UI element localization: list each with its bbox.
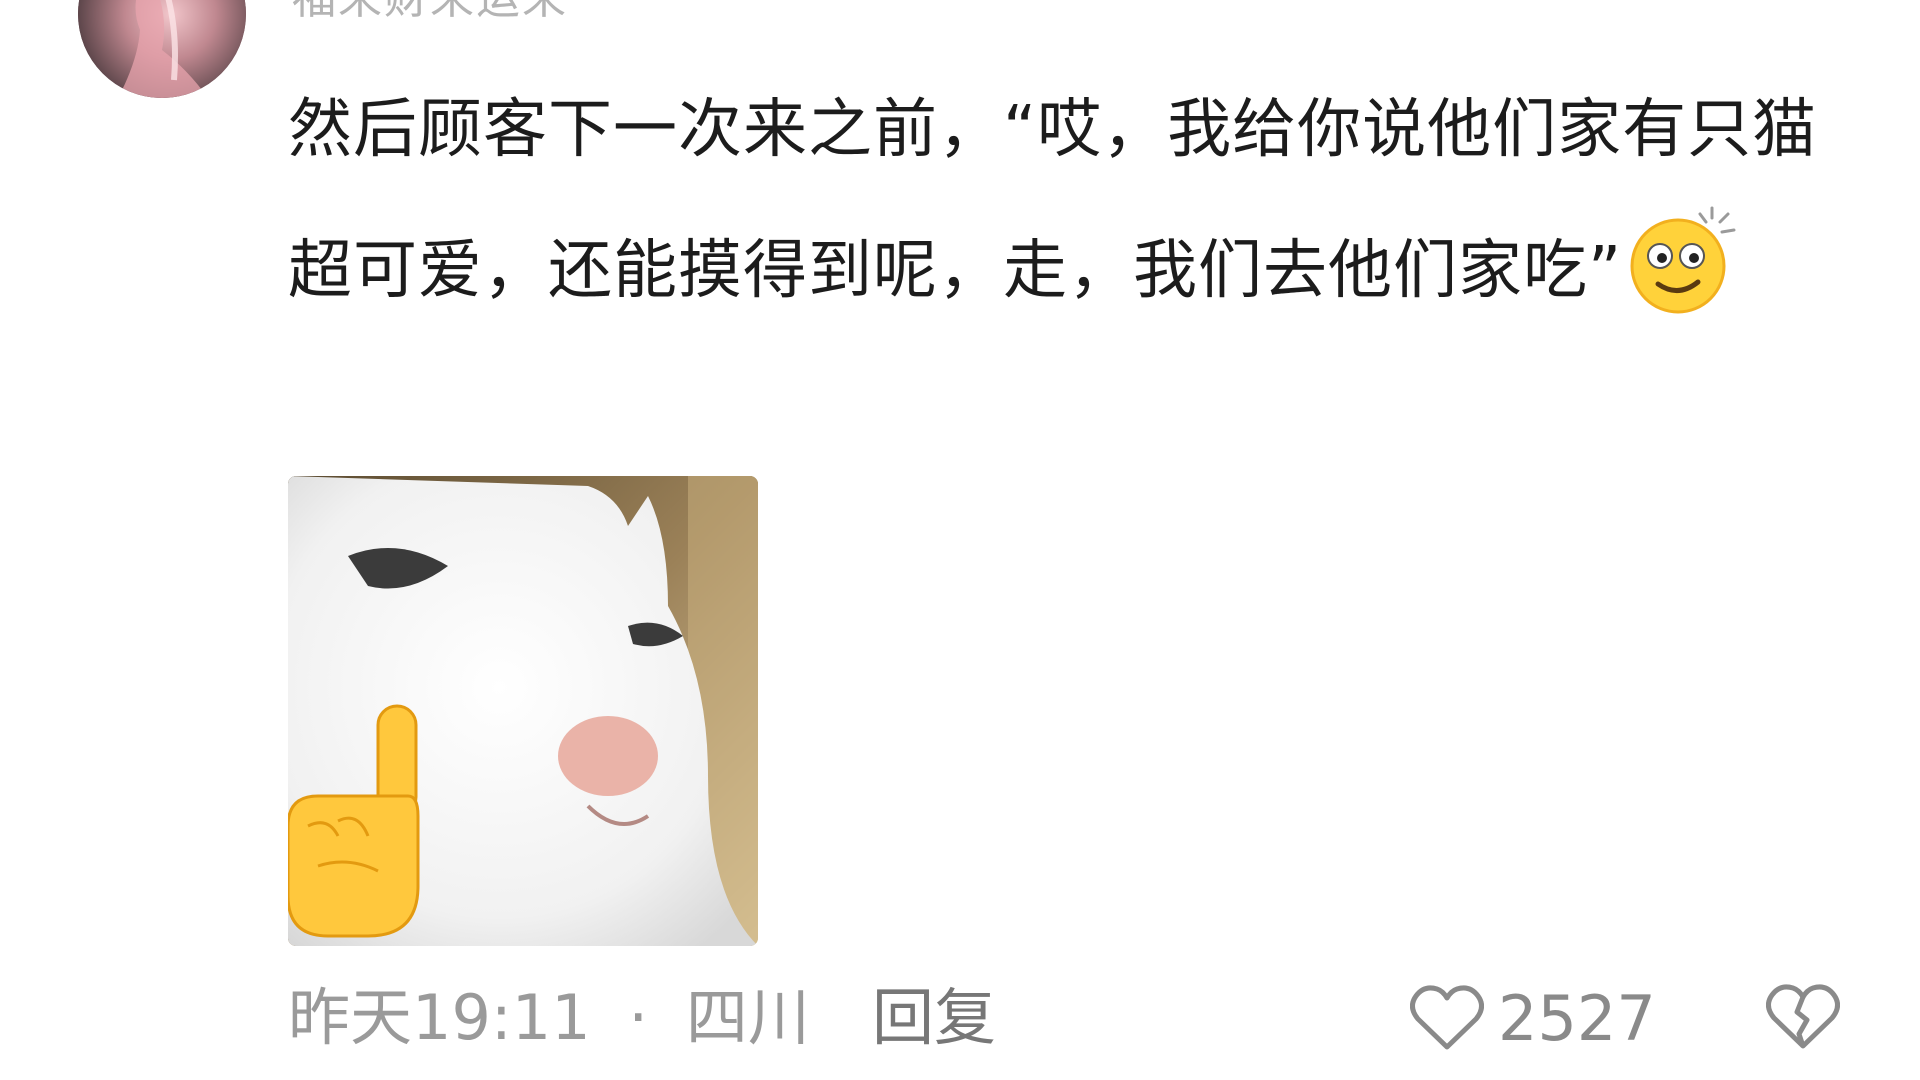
avatar[interactable] <box>78 0 246 98</box>
avatar-image <box>78 0 246 98</box>
comment-image-white-cat-meme[interactable] <box>288 476 758 946</box>
dizzy-face-emoji-icon <box>1630 206 1736 314</box>
comment-meta: 昨天19:11 · 四川 <box>288 978 810 1058</box>
cat-meme-image <box>288 476 758 946</box>
reply-button[interactable]: 回复 <box>872 978 996 1058</box>
comment-location: 四川 <box>685 981 810 1054</box>
like-button[interactable]: 2527 <box>1410 978 1656 1058</box>
comment-time: 昨天19:11 <box>288 981 591 1054</box>
comment-text: 然后顾客下一次来之前，“哎，我给你说他们家有只猫超可爱，还能摸得到呢，走，我们去… <box>288 60 1868 342</box>
meta-separator: · <box>628 981 649 1054</box>
broken-heart-icon <box>1766 984 1840 1049</box>
comment-body: 然后顾客下一次来之前，“哎，我给你说他们家有只猫超可爱，还能摸得到呢，走，我们去… <box>288 93 1818 308</box>
dislike-button[interactable] <box>1766 982 1840 1067</box>
like-count: 2527 <box>1498 981 1656 1055</box>
comment-footer: 昨天19:11 · 四川 回复 2527 <box>288 978 1848 1058</box>
heart-outline-icon <box>1410 985 1484 1050</box>
comment-username[interactable]: 福来财来运来 <box>292 0 568 26</box>
